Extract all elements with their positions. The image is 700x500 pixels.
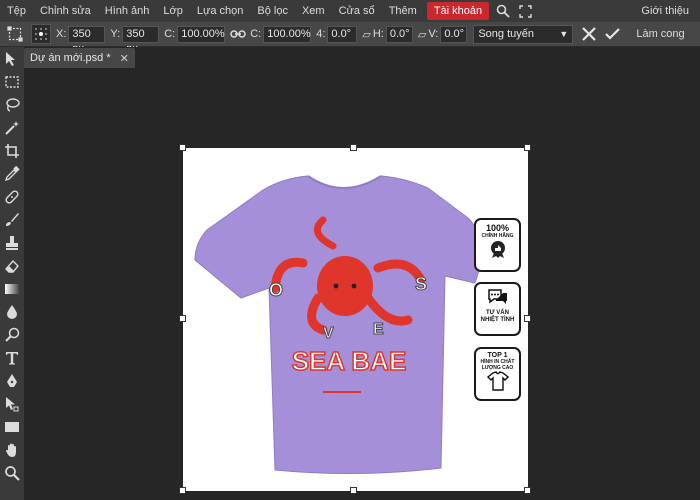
reference-point-icon[interactable] [31,24,51,44]
healing-brush-icon[interactable] [2,187,22,207]
consulting-badge: TƯ VẤN NHIỆT TÌNH [474,282,521,336]
zoom-tool-icon[interactable] [2,463,22,483]
skew-h-icon: ▱ [362,28,371,41]
skew-v-field[interactable]: 0.0° [440,25,468,43]
badge-title: TOP 1 [487,352,508,359]
octopus-head [317,256,373,316]
height-label: C: [250,28,262,40]
skew-h-label: H: [372,28,384,40]
gradient-tool-icon[interactable] [2,279,22,299]
marquee-tool-icon[interactable] [2,72,22,92]
artwork-letter: O [269,280,283,300]
skew-v-icon: ▱ [417,28,427,41]
rectangle-tool-icon[interactable] [2,417,22,437]
menu-account[interactable]: Tài khoản [426,2,490,20]
transform-handle-bottom-left[interactable] [179,487,186,494]
document-tab-bar: Dự án mới.psd * ✕ [24,47,700,69]
tshirt-shape [194,175,484,475]
x-position-field[interactable]: 350 px [68,25,106,55]
quality-badge: TOP 1 HÌNH IN CHẤT LƯỢNG CAO [474,347,521,401]
artwork-title: SEA BAE [292,346,407,376]
transform-handle-top-right[interactable] [524,144,531,151]
menu-layer[interactable]: Lớp [156,0,189,22]
document-tab[interactable]: Dự án mới.psd * ✕ [24,48,135,68]
close-icon[interactable]: ✕ [120,52,129,65]
canvas-workspace[interactable]: O S V E SEA BAE 100% CHÍNH HÃNG TƯ VẤN N… [24,69,700,500]
octopus-eye [351,283,357,289]
cancel-transform-icon[interactable] [579,24,599,44]
transform-handle-top[interactable] [350,144,357,151]
badge-subtitle: HÌNH IN CHẤT LƯỢNG CAO [480,359,515,371]
chevron-down-icon: ▼ [559,29,569,39]
eyedropper-icon[interactable] [2,164,22,184]
menu-window[interactable]: Cửa sổ [332,0,382,22]
width-scale-field[interactable]: 100.00% [177,25,226,43]
menu-filter[interactable]: Bộ lọc [250,0,295,22]
magic-wand-icon[interactable] [2,118,22,138]
transform-handle-left[interactable] [179,315,186,322]
badge-subtitle: NHIỆT TÌNH [480,317,515,323]
transform-handle-bottom-right[interactable] [524,487,531,494]
angle-label: 4: [316,28,326,40]
lasso-tool-icon[interactable] [2,95,22,115]
y-label: Y: [110,28,121,40]
transform-mode-icon[interactable] [5,24,25,44]
interpolation-select[interactable]: Song tuyến ▼ [473,24,574,44]
artwork-letter: S [415,274,427,294]
menu-more[interactable]: Thêm [382,0,424,22]
menu-image[interactable]: Hình ảnh [98,0,157,22]
menu-view[interactable]: Xem [295,0,332,22]
transform-handle-top-left[interactable] [179,144,186,151]
commit-transform-icon[interactable] [602,24,622,44]
badge-title: 100% [485,223,510,233]
move-tool-icon[interactable] [2,49,22,69]
menu-edit[interactable]: Chỉnh sửa [33,0,98,22]
skew-h-field[interactable]: 0.0° [385,25,413,43]
genuine-badge: 100% CHÍNH HÃNG [474,218,521,272]
menu-file[interactable]: Tệp [0,0,33,22]
chat-icon [487,289,507,304]
fullscreen-icon[interactable] [514,0,536,22]
artwork-letter: E [373,321,384,338]
crop-tool-icon[interactable] [2,141,22,161]
blur-tool-icon[interactable] [2,302,22,322]
options-bar: X: 350 px Y: 350 px C: 100.00% C: 100.00… [0,22,700,55]
shirt-icon [486,371,509,391]
menu-bar: Tệp Chỉnh sửa Hình ảnh Lớp Lựa chọn Bộ l… [0,0,700,22]
path-select-icon[interactable] [2,394,22,414]
clone-stamp-icon[interactable] [2,233,22,253]
skew-v-label: V: [428,28,439,40]
dodge-tool-icon[interactable] [2,325,22,345]
y-position-field[interactable]: 350 px [122,25,160,55]
warp-button[interactable]: Làm cong [636,28,684,40]
medal-icon [490,241,505,258]
search-icon[interactable] [492,0,514,22]
document-canvas[interactable]: O S V E SEA BAE 100% CHÍNH HÃNG TƯ VẤN N… [183,148,528,491]
width-label: C: [164,28,176,40]
menu-about[interactable]: Giới thiệu [634,0,696,22]
tools-panel [0,47,24,500]
octopus-eye [333,283,339,289]
link-icon[interactable] [228,24,248,44]
transform-handle-right[interactable] [524,315,531,322]
rotation-angle-field[interactable]: 0.0° [327,25,358,43]
artwork-small-caption [323,391,361,393]
artwork-letter: V [323,325,334,342]
document-tab-title: Dự án mới.psd * [30,52,111,64]
transform-handle-bottom[interactable] [350,487,357,494]
interpolation-value: Song tuyến [478,28,534,40]
x-label: X: [56,28,67,40]
pen-tool-icon[interactable] [2,371,22,391]
height-scale-field[interactable]: 100.00% [263,25,312,43]
hand-tool-icon[interactable] [2,440,22,460]
menu-select[interactable]: Lựa chọn [190,0,251,22]
brush-tool-icon[interactable] [2,210,22,230]
photo-editor-app: Tệp Chỉnh sửa Hình ảnh Lớp Lựa chọn Bộ l… [0,0,700,500]
eraser-icon[interactable] [2,256,22,276]
badge-title: TƯ VẤN [486,310,509,316]
type-tool-icon[interactable] [2,348,22,368]
